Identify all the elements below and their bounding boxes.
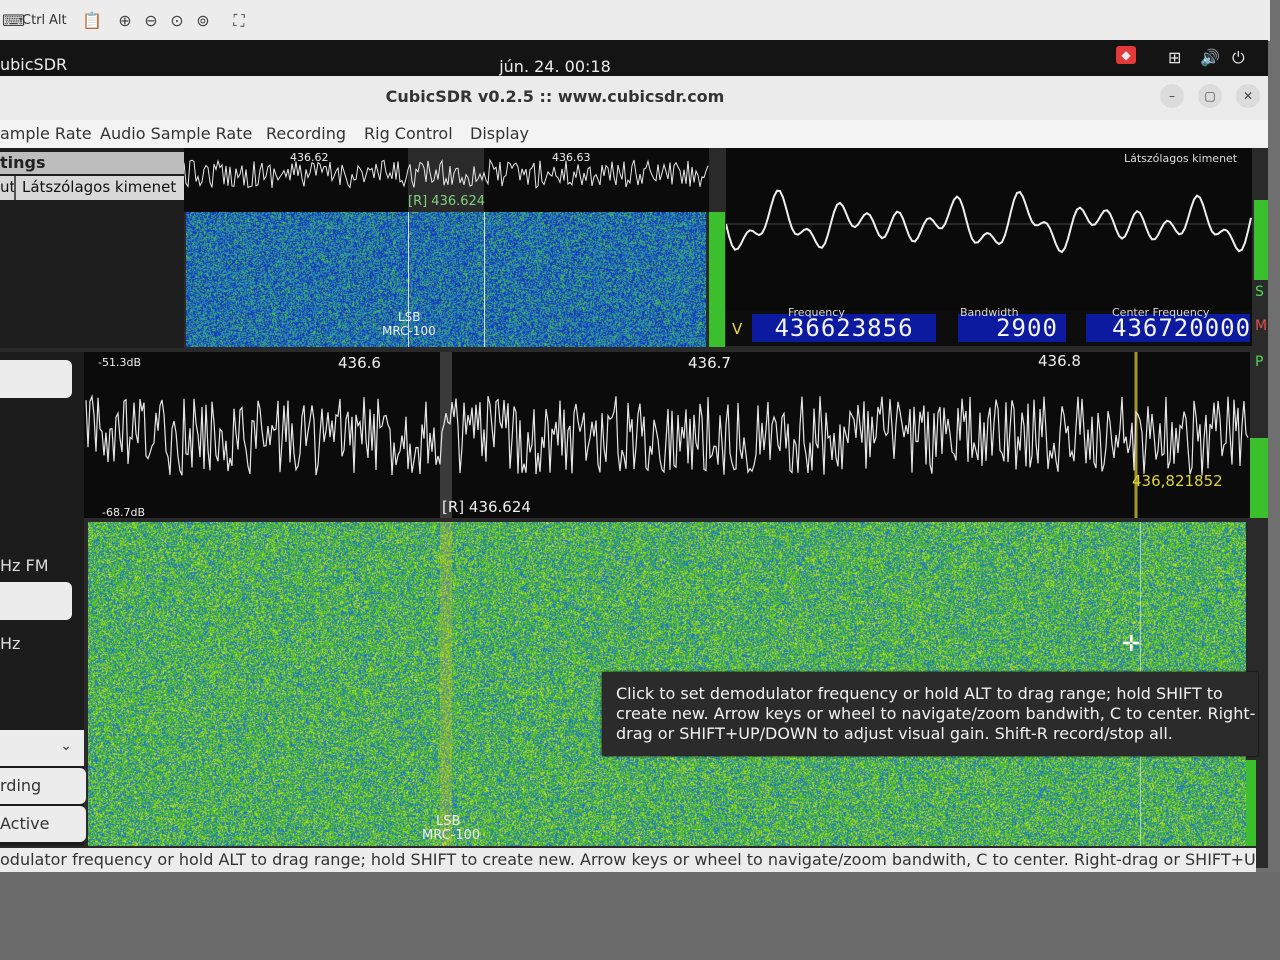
zoom-in-icon[interactable]: ⊕ <box>116 12 134 30</box>
active-button[interactable]: Active <box>0 806 86 842</box>
db-bottom-label: -68.7dB <box>102 506 145 519</box>
db-top-label: -51.3dB <box>98 356 141 369</box>
main-spectrum-marker: [R] 436.624 <box>442 498 531 516</box>
scope-trace <box>726 189 1252 254</box>
recording-button[interactable]: rding <box>0 768 86 804</box>
window-title-bar: CubicSDR v0.2.5 :: www.cubicsdr.com – ▢ … <box>0 76 1268 120</box>
window-title: CubicSDR v0.2.5 :: www.cubicsdr.com <box>385 87 725 106</box>
crosshair-cursor-icon: ✛ <box>1122 632 1141 657</box>
menu-recording[interactable]: Recording <box>266 124 346 143</box>
small-waterfall[interactable]: LSB MRC-100 <box>186 212 706 347</box>
mode-text: Hz FM <box>0 556 49 575</box>
gain-input[interactable] <box>0 360 72 398</box>
volume-icon[interactable]: 🔊 <box>1200 48 1220 67</box>
side-label-s[interactable]: S <box>1255 284 1264 300</box>
status-text: odulator frequency or hold ALT to drag r… <box>0 850 1256 869</box>
scope-output-label: Látszólagos kimenet <box>1124 152 1238 165</box>
menu-rig-control[interactable]: Rig Control <box>364 124 453 143</box>
main-waterfall-mode: LSB <box>436 814 461 829</box>
main-level-meter <box>1250 438 1268 518</box>
small-waterfall-label: MRC-100 <box>382 324 436 338</box>
frequency-bar: V Frequency 436623856 Bandwidth 2900 Cen… <box>726 306 1252 346</box>
zoom-out-icon[interactable]: ⊖ <box>142 12 160 30</box>
background-desk <box>0 872 1280 960</box>
unit-text: Hz <box>0 634 21 653</box>
audio-output-row[interactable]: ut Látszólagos kimenet <box>0 176 184 200</box>
menu-sample-rate[interactable]: ample Rate <box>0 124 92 143</box>
scope-side-meter <box>1254 200 1268 280</box>
ctrl-key-button[interactable]: Ctrl <box>22 10 45 30</box>
tooltip: Click to set demodulator frequency or ho… <box>602 672 1258 756</box>
small-waterfall-cursor-right <box>484 212 485 347</box>
frequency-display[interactable]: Frequency 436623856 <box>752 306 936 342</box>
active-button-label: Active <box>0 814 50 833</box>
menu-audio-sample-rate[interactable]: Audio Sample Rate <box>100 124 252 143</box>
zoom-reset-icon[interactable]: ⊙ <box>168 12 186 30</box>
small-level-meter <box>709 212 725 347</box>
remote-toolbar: ⌨ Ctrl Alt 📋 ⊕ ⊖ ⊙ ⊚ ⛶ <box>0 0 1270 41</box>
chevron-down-icon: ⌄ <box>60 738 72 754</box>
menu-bar: ample Rate Audio Sample Rate Recording R… <box>0 120 1268 149</box>
row-divider <box>14 176 16 200</box>
alt-key-button[interactable]: Alt <box>49 10 67 30</box>
bandwidth-display[interactable]: Bandwidth 2900 <box>958 306 1066 342</box>
clock[interactable]: jún. 24. 00:18 <box>0 57 1110 76</box>
main-spectrum[interactable]: -51.3dB -68.7dB 436.6 436.7 436.8 [R] 43… <box>84 352 1250 519</box>
side-label-p[interactable]: P <box>1255 354 1263 370</box>
clipboard-icon[interactable]: 📋 <box>82 12 102 30</box>
main-spectrum-trace <box>85 352 1249 518</box>
main-tick-1: 436.6 <box>338 354 381 372</box>
main-tick-3: 436.8 <box>1038 352 1081 370</box>
bandwidth-label: Bandwidth <box>960 306 1019 319</box>
center-frequency-label: Center Frequency <box>1112 306 1210 319</box>
small-spectrum-tick-1: 436.62 <box>290 151 329 164</box>
recording-button-label: rding <box>0 776 42 795</box>
side-label-v[interactable]: V <box>732 320 742 338</box>
main-tick-2: 436.7 <box>688 354 731 372</box>
close-icon[interactable]: ✕ <box>1236 84 1260 108</box>
small-waterfall-canvas <box>186 212 706 347</box>
audio-output-device[interactable]: Látszólagos kimenet <box>22 178 176 196</box>
center-frequency-display[interactable]: Center Frequency 436720000 <box>1086 306 1250 342</box>
power-icon[interactable]: ⏻ <box>1232 48 1245 68</box>
tooltip-text: Click to set demodulator frequency or ho… <box>616 684 1256 743</box>
mode-select[interactable]: ⌄ <box>0 730 84 766</box>
waterfall-demod-band <box>440 522 452 846</box>
settings-header-label: tings <box>0 153 46 172</box>
status-bar: odulator frequency or hold ALT to drag r… <box>0 848 1256 872</box>
network-icon[interactable]: ⊞ <box>1168 48 1181 67</box>
fullscreen-icon[interactable]: ⛶ <box>230 12 248 30</box>
zoom-fit-icon[interactable]: ⊚ <box>194 12 212 30</box>
main-waterfall-label: MRC-100 <box>422 828 481 843</box>
side-label-m[interactable]: M <box>1255 318 1267 334</box>
waterfall-side-meter <box>1246 760 1256 846</box>
frequency-input[interactable] <box>0 582 72 620</box>
frequency-label: Frequency <box>788 306 845 319</box>
settings-header: tings <box>0 152 184 174</box>
small-spectrum-marker: [R] 436.624 <box>408 194 486 209</box>
cursor-frequency: 436,821852 <box>1132 472 1223 490</box>
keyboard-icon[interactable]: ⌨ <box>2 12 25 30</box>
settings-panel: tings ut Látszólagos kimenet <box>0 148 184 348</box>
menu-display[interactable]: Display <box>470 124 529 143</box>
maximize-icon[interactable]: ▢ <box>1198 84 1222 108</box>
left-controls: Hz FM Hz ⌄ rding Active <box>0 352 86 846</box>
record-indicator-icon[interactable]: ◆ <box>1116 46 1136 64</box>
small-spectrum[interactable]: 436.62 436.63 [R] 436.624 <box>184 148 709 212</box>
small-spectrum-tick-2: 436.63 <box>552 151 591 164</box>
system-top-bar: ubicSDR jún. 24. 00:18 ◆ ⊞ 🔊 ⏻ <box>0 40 1268 76</box>
audio-scope[interactable]: Látszólagos kimenet <box>726 148 1252 310</box>
small-waterfall-mode: LSB <box>398 310 421 324</box>
minimize-icon[interactable]: – <box>1160 84 1184 108</box>
